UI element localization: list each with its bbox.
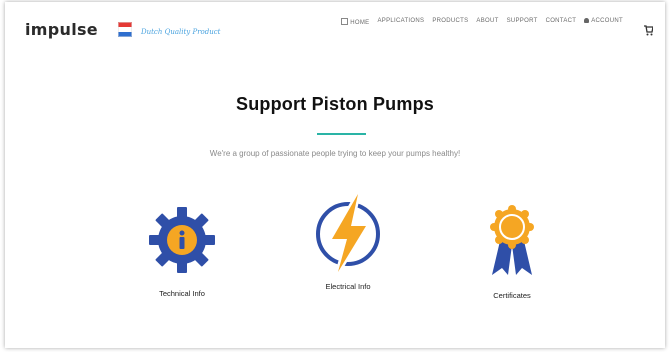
feature-label: Certificates [493, 291, 531, 300]
feature-electrical-info[interactable]: Electrical Info [288, 194, 408, 291]
nav-home[interactable]: HOME [341, 18, 369, 26]
gear-info-icon [149, 207, 215, 273]
page-frame: impulse Dutch Quality Product HOME APPLI… [5, 2, 665, 348]
nav-products[interactable]: PRODUCTS [432, 18, 468, 26]
nav-support[interactable]: SUPPORT [507, 18, 538, 26]
main-nav: HOME APPLICATIONS PRODUCTS ABOUT SUPPORT… [341, 18, 623, 26]
lightning-bolt-icon [316, 194, 380, 274]
cart-icon[interactable] [643, 24, 653, 36]
user-icon [584, 18, 590, 23]
nav-contact[interactable]: CONTACT [546, 18, 577, 26]
quality-badge: Dutch Quality Product [113, 20, 223, 42]
dutch-flag-icon [118, 22, 132, 37]
feature-label: Technical Info [159, 289, 205, 298]
feature-label: Electrical Info [325, 282, 371, 291]
nav-account[interactable]: ACCOUNT [584, 18, 623, 26]
title-divider [317, 133, 366, 135]
nav-home-label: HOME [350, 20, 370, 26]
award-ribbon-icon [490, 205, 534, 275]
tagline: Dutch Quality Product [141, 28, 221, 36]
feature-technical-info[interactable]: Technical Info [122, 205, 242, 298]
home-icon [341, 18, 349, 25]
page-subtitle: We're a group of passionate people tryin… [209, 149, 461, 158]
page-title: Support Piston Pumps [235, 94, 434, 114]
feature-certificates[interactable]: Certificates [452, 205, 572, 300]
nav-about[interactable]: ABOUT [476, 18, 498, 26]
impulse-logo[interactable]: impulse [25, 20, 98, 39]
nav-account-label: ACCOUNT [591, 18, 623, 24]
nav-applications[interactable]: APPLICATIONS [377, 18, 424, 26]
